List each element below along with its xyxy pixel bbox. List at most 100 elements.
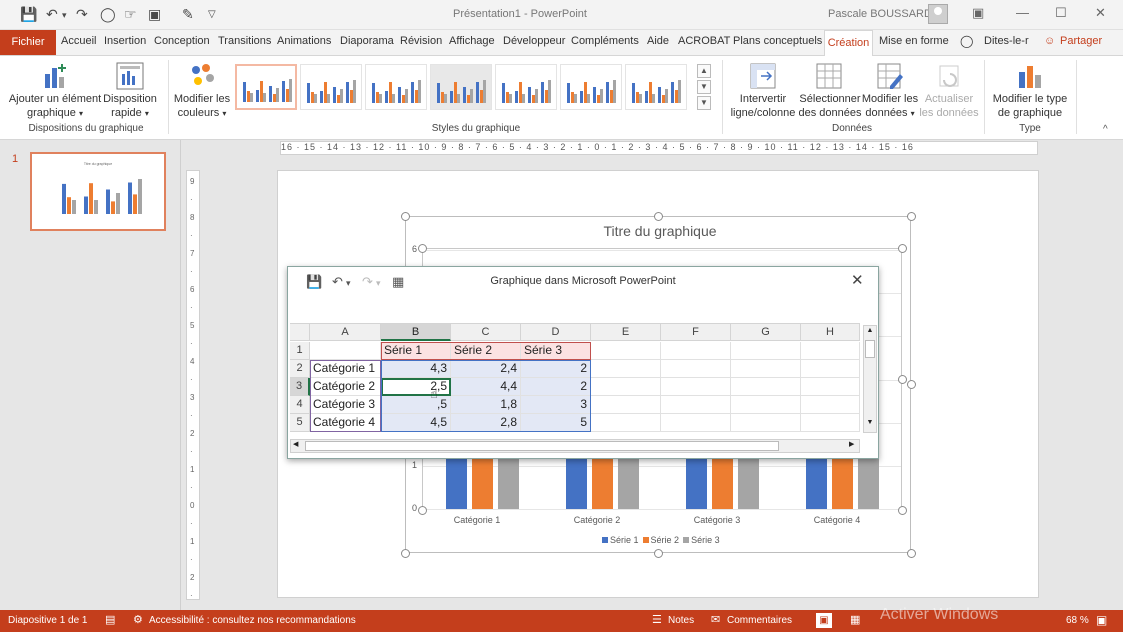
chart-style-option[interactable] [625, 64, 687, 110]
chart-title[interactable]: Titre du graphique [560, 223, 760, 239]
table-cell[interactable] [731, 342, 801, 360]
tab-diaporama[interactable]: Diaporama [340, 35, 394, 47]
gallery-up-icon[interactable]: ▲ [697, 64, 711, 78]
tab-complements[interactable]: Compléments [571, 35, 639, 47]
scroll-thumb[interactable] [305, 441, 779, 451]
table-cell[interactable] [591, 414, 661, 432]
chart-style-option[interactable] [430, 64, 492, 110]
tab-accueil[interactable]: Accueil [61, 35, 96, 47]
row-header[interactable]: 2 [290, 360, 310, 378]
notes-button[interactable]: Notes [668, 615, 694, 626]
tab-animations[interactable]: Animations [277, 35, 331, 47]
save-icon[interactable]: 💾 [306, 274, 322, 290]
row-header[interactable]: 4 [290, 396, 310, 414]
resize-handle[interactable] [418, 506, 427, 515]
scroll-up-icon[interactable]: ▲ [865, 327, 875, 337]
resize-handle[interactable] [907, 212, 916, 221]
redo-icon[interactable]: ↷ [76, 6, 88, 23]
row-header[interactable]: 5 [290, 414, 310, 432]
minimize-icon[interactable]: — [1016, 5, 1029, 20]
comments-icon[interactable]: ✉ [711, 613, 720, 626]
resize-handle[interactable] [654, 212, 663, 221]
undo-dropdown-icon[interactable]: ▾ [62, 10, 67, 21]
scroll-thumb[interactable] [865, 340, 875, 358]
table-cell[interactable] [801, 342, 860, 360]
scroll-left-icon[interactable]: ◀ [293, 440, 298, 448]
chart-style-option[interactable] [235, 64, 297, 110]
table-cell[interactable] [731, 396, 801, 414]
undo-icon[interactable]: ↶ [332, 274, 343, 290]
chart-data-window[interactable]: 💾 ↶ ▾ ↷ ▾ ▦ Graphique dans Microsoft Pow… [287, 266, 879, 459]
resize-handle[interactable] [654, 549, 663, 558]
tab-affichage[interactable]: Affichage [449, 35, 495, 47]
tab-conception[interactable]: Conception [154, 35, 210, 47]
table-cell[interactable] [591, 378, 661, 396]
horizontal-scrollbar[interactable]: ◀ ▶ [290, 439, 860, 453]
avatar[interactable] [928, 4, 948, 24]
chart-style-option[interactable] [495, 64, 557, 110]
undo-dropdown-icon[interactable]: ▾ [346, 278, 351, 289]
gallery-more-icon[interactable]: ▼ [697, 96, 711, 110]
table-cell[interactable] [731, 414, 801, 432]
close-icon[interactable]: ✕ [1095, 5, 1106, 21]
row-header[interactable]: 1 [290, 342, 310, 360]
table-cell[interactable] [591, 342, 661, 360]
table-cell[interactable] [661, 342, 731, 360]
column-header[interactable]: D [521, 324, 591, 341]
tab-transitions[interactable]: Transitions [218, 35, 271, 47]
ribbon-display-icon[interactable]: ▣ [972, 5, 984, 21]
column-header[interactable]: H [801, 324, 860, 341]
table-cell[interactable] [591, 396, 661, 414]
chart-style-option[interactable] [365, 64, 427, 110]
user-name[interactable]: Pascale BOUSSARD [828, 8, 932, 20]
zoom-level[interactable]: 68 % [1066, 615, 1089, 626]
table-cell[interactable] [801, 414, 860, 432]
screenshot-icon[interactable]: ▣ [148, 6, 161, 23]
spellcheck-icon[interactable]: ▤ [105, 613, 115, 626]
accessibility-status[interactable]: Accessibilité : consultez nos recommanda… [149, 615, 356, 626]
vertical-scrollbar[interactable]: ▲ ▼ [863, 325, 877, 433]
tab-aide[interactable]: Aide [647, 35, 669, 47]
slide-sorter-icon[interactable]: ▦ [850, 613, 860, 626]
table-cell[interactable] [661, 396, 731, 414]
chart-style-option[interactable] [560, 64, 622, 110]
share-icon[interactable]: ☺ [1044, 35, 1055, 47]
slide-thumbnail[interactable]: Titre du graphique [30, 152, 166, 231]
present-icon[interactable]: ◯ [100, 6, 116, 23]
chart-style-option[interactable] [300, 64, 362, 110]
column-header[interactable]: C [451, 324, 521, 341]
table-cell[interactable] [661, 360, 731, 378]
fit-slide-icon[interactable]: ▣ [1096, 613, 1107, 627]
table-cell[interactable] [731, 360, 801, 378]
undo-icon[interactable]: ↶ [46, 6, 58, 23]
table-cell[interactable] [661, 414, 731, 432]
table-cell[interactable] [661, 378, 731, 396]
row-header[interactable]: 3 [290, 378, 310, 396]
share-button[interactable]: Partager [1060, 35, 1102, 47]
accessibility-icon[interactable]: ⚙ [133, 613, 143, 626]
select-all-corner[interactable] [290, 324, 310, 341]
customize-qat-icon[interactable]: ▽ [208, 9, 216, 20]
scroll-right-icon[interactable]: ▶ [849, 440, 854, 448]
normal-view-icon[interactable]: ▣ [816, 613, 832, 628]
resize-handle[interactable] [898, 375, 907, 384]
column-header[interactable]: B [381, 324, 451, 341]
tab-insertion[interactable]: Insertion [104, 35, 146, 47]
tell-me-input[interactable]: Dites-le-r [984, 35, 1029, 47]
slide-counter[interactable]: Diapositive 1 de 1 [8, 615, 88, 626]
resize-handle[interactable] [898, 506, 907, 515]
resize-handle[interactable] [401, 549, 410, 558]
resize-handle[interactable] [418, 244, 427, 253]
gallery-down-icon[interactable]: ▼ [697, 80, 711, 94]
tab-mise-en-forme[interactable]: Mise en forme [879, 35, 949, 47]
ink-icon[interactable]: ✎ [182, 6, 194, 23]
table-cell[interactable] [801, 396, 860, 414]
tab-plans-conceptuels[interactable]: Plans conceptuels [733, 35, 822, 47]
touch-mode-icon[interactable]: ☞ [124, 6, 137, 23]
edit-in-excel-icon[interactable]: ▦ [392, 274, 404, 290]
column-header[interactable]: A [310, 324, 381, 341]
column-header[interactable]: F [661, 324, 731, 341]
tab-revision[interactable]: Révision [400, 35, 442, 47]
lightbulb-icon[interactable]: ◯ [960, 34, 973, 48]
resize-handle[interactable] [907, 549, 916, 558]
